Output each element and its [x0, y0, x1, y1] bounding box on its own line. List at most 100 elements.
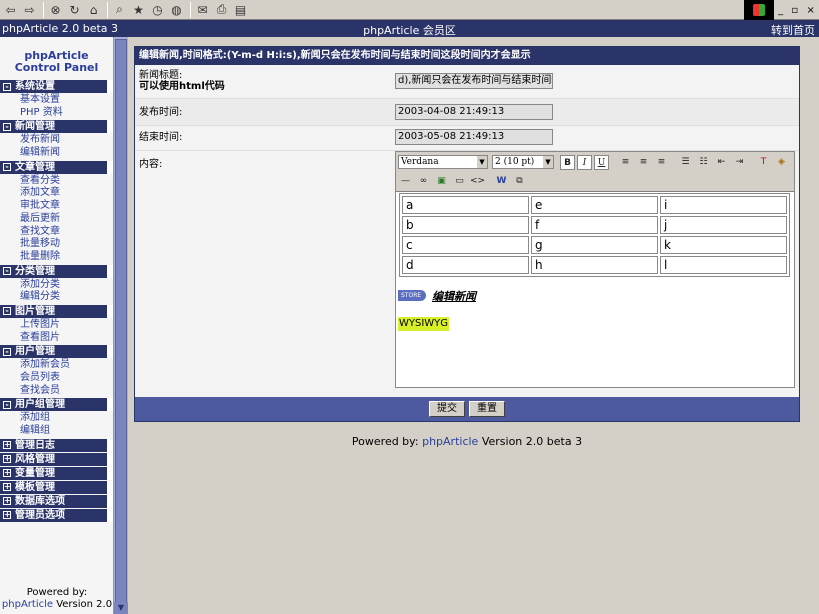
table-cell[interactable]: b: [402, 216, 529, 234]
sidebar-item[interactable]: 添加组: [20, 412, 113, 425]
table-cell[interactable]: l: [660, 256, 787, 274]
align-right-icon[interactable]: ≡: [654, 155, 669, 170]
collapse-icon: -: [3, 82, 11, 91]
sidebar-section-4[interactable]: - 图片管理: [0, 304, 113, 318]
table-cell[interactable]: f: [531, 216, 658, 234]
form-header: 编辑新闻,时间格式:(Y-m-d H:i:s),新闻只会在发布时间与结束时间这段…: [135, 47, 799, 65]
table-cell[interactable]: e: [531, 196, 658, 214]
italic-button[interactable]: I: [577, 155, 592, 170]
publish-row: 发布时间: 2003-04-08 21:49:13: [135, 99, 799, 126]
minimize-icon[interactable]: _: [778, 5, 783, 16]
size-select[interactable]: 2 (10 pt) ▼: [492, 155, 554, 169]
favorites-icon[interactable]: ★: [130, 1, 147, 18]
ordered-list-icon[interactable]: ☰: [678, 155, 693, 170]
sidebar-section-10[interactable]: + 模板管理: [0, 480, 113, 494]
image-icon[interactable]: ▣: [434, 174, 449, 189]
align-center-icon[interactable]: ≡: [636, 155, 651, 170]
toolbar-separator: [107, 1, 108, 18]
table-cell[interactable]: i: [660, 196, 787, 214]
phparticle-footer-link[interactable]: phpArticle: [422, 435, 478, 448]
edit-icon[interactable]: ▤: [232, 1, 249, 18]
end-time-input[interactable]: 2003-05-08 21:49:13: [395, 129, 553, 145]
sidebar-section-6[interactable]: - 用户组管理: [0, 398, 113, 412]
sidebar-scrollbar[interactable]: ▼: [114, 37, 128, 614]
text-color-icon[interactable]: T: [756, 155, 771, 170]
bold-button[interactable]: B: [560, 155, 575, 170]
table-cell[interactable]: a: [402, 196, 529, 214]
maximize-icon[interactable]: ▫: [791, 5, 798, 16]
sidebar-item[interactable]: 查看分类: [20, 175, 113, 188]
underline-button[interactable]: U: [594, 155, 609, 170]
scrollbar-thumb[interactable]: [115, 39, 127, 609]
sidebar-item[interactable]: 添加新会员: [20, 359, 113, 372]
sidebar-section-1[interactable]: - 新闻管理: [0, 120, 113, 134]
news-title-input[interactable]: d),新闻只会在发布时间与结束时间这: [395, 73, 553, 89]
sidebar-item[interactable]: 批量删除: [20, 251, 113, 264]
media-icon[interactable]: ◍: [168, 1, 185, 18]
indent-icon[interactable]: ⇥: [732, 155, 747, 170]
forward-icon[interactable]: ⇨: [21, 1, 38, 18]
background-color-icon[interactable]: ◈: [774, 155, 789, 170]
submit-button[interactable]: 提交: [429, 401, 465, 417]
sidebar-item[interactable]: 发布新闻: [20, 134, 113, 147]
phparticle-link[interactable]: phpArticle: [2, 599, 53, 610]
unordered-list-icon[interactable]: ☷: [696, 155, 711, 170]
print-icon[interactable]: ⎙: [213, 1, 230, 18]
close-icon[interactable]: ×: [806, 5, 814, 16]
sidebar-item[interactable]: 会员列表: [20, 372, 113, 385]
word-icon[interactable]: W: [494, 174, 509, 189]
sidebar: phpArticle Control Panel - 系统设置 基本设置 PHP 资料…: [0, 37, 114, 614]
sidebar-item[interactable]: 基本设置: [20, 94, 113, 107]
sidebar-section-9[interactable]: + 变量管理: [0, 466, 113, 480]
scroll-down-icon[interactable]: ▼: [114, 602, 128, 614]
stop-icon[interactable]: ⊗: [47, 1, 64, 18]
source-code-icon[interactable]: <>: [470, 174, 485, 189]
goto-home-link[interactable]: 转到首页: [771, 22, 815, 38]
horizontal-rule-icon[interactable]: —: [398, 174, 413, 189]
sidebar-item[interactable]: 编辑组: [20, 425, 113, 438]
sidebar-section-11[interactable]: + 数据库选项: [0, 494, 113, 508]
sidebar-section-5[interactable]: - 用户管理: [0, 345, 113, 359]
align-left-icon[interactable]: ≡: [618, 155, 633, 170]
sidebar-item[interactable]: 批量移动: [20, 238, 113, 251]
sidebar-item[interactable]: 查找文章: [20, 226, 113, 239]
sidebar-item[interactable]: 添加文章: [20, 187, 113, 200]
table-icon[interactable]: ▭: [452, 174, 467, 189]
sidebar-section-8[interactable]: + 风格管理: [0, 452, 113, 466]
refresh-icon[interactable]: ↻: [66, 1, 83, 18]
publish-time-input[interactable]: 2003-04-08 21:49:13: [395, 104, 553, 120]
table-cell[interactable]: j: [660, 216, 787, 234]
home-icon[interactable]: ⌂: [85, 1, 102, 18]
history-icon[interactable]: ◷: [149, 1, 166, 18]
sidebar-item[interactable]: 审批文章: [20, 200, 113, 213]
sidebar-section-0[interactable]: - 系统设置: [0, 80, 113, 93]
search-icon[interactable]: ⌕: [111, 1, 128, 18]
sidebar-item[interactable]: 查找会员: [20, 385, 113, 398]
sidebar-item[interactable]: 编辑新闻: [20, 147, 113, 160]
sidebar-section-7[interactable]: + 管理日志: [0, 438, 113, 452]
sidebar-item[interactable]: 编辑分类: [20, 291, 113, 304]
reset-button[interactable]: 重置: [469, 401, 505, 417]
sidebar-item[interactable]: 最后更新: [20, 213, 113, 226]
back-icon[interactable]: ⇦: [2, 1, 19, 18]
table-cell[interactable]: d: [402, 256, 529, 274]
sidebar-item[interactable]: 上传图片: [20, 319, 113, 332]
fullscreen-icon[interactable]: ⧉: [512, 174, 527, 189]
sidebar-section-label: 分类管理: [15, 265, 55, 277]
table-cell[interactable]: h: [531, 256, 658, 274]
sidebar-item[interactable]: 查看图片: [20, 332, 113, 345]
outdent-icon[interactable]: ⇤: [714, 155, 729, 170]
sidebar-section-2[interactable]: - 文章管理: [0, 160, 113, 174]
table-cell[interactable]: g: [531, 236, 658, 254]
sidebar-section-3[interactable]: - 分类管理: [0, 264, 113, 278]
mail-icon[interactable]: ✉: [194, 1, 211, 18]
editor-toolbar: Verdana ▼ 2 (10 pt) ▼ B I U ≡ ≡ ≡ ☰ ☷ ⇤ ⇥ …: [396, 152, 794, 192]
link-icon[interactable]: ∞: [416, 174, 431, 189]
collapse-icon: -: [3, 307, 11, 316]
sidebar-item[interactable]: 添加分类: [20, 279, 113, 292]
table-cell[interactable]: k: [660, 236, 787, 254]
sidebar-section-12[interactable]: + 管理员选项: [0, 508, 113, 522]
table-cell[interactable]: c: [402, 236, 529, 254]
font-select[interactable]: Verdana ▼: [398, 155, 488, 169]
sidebar-item[interactable]: PHP 资料: [20, 107, 113, 120]
